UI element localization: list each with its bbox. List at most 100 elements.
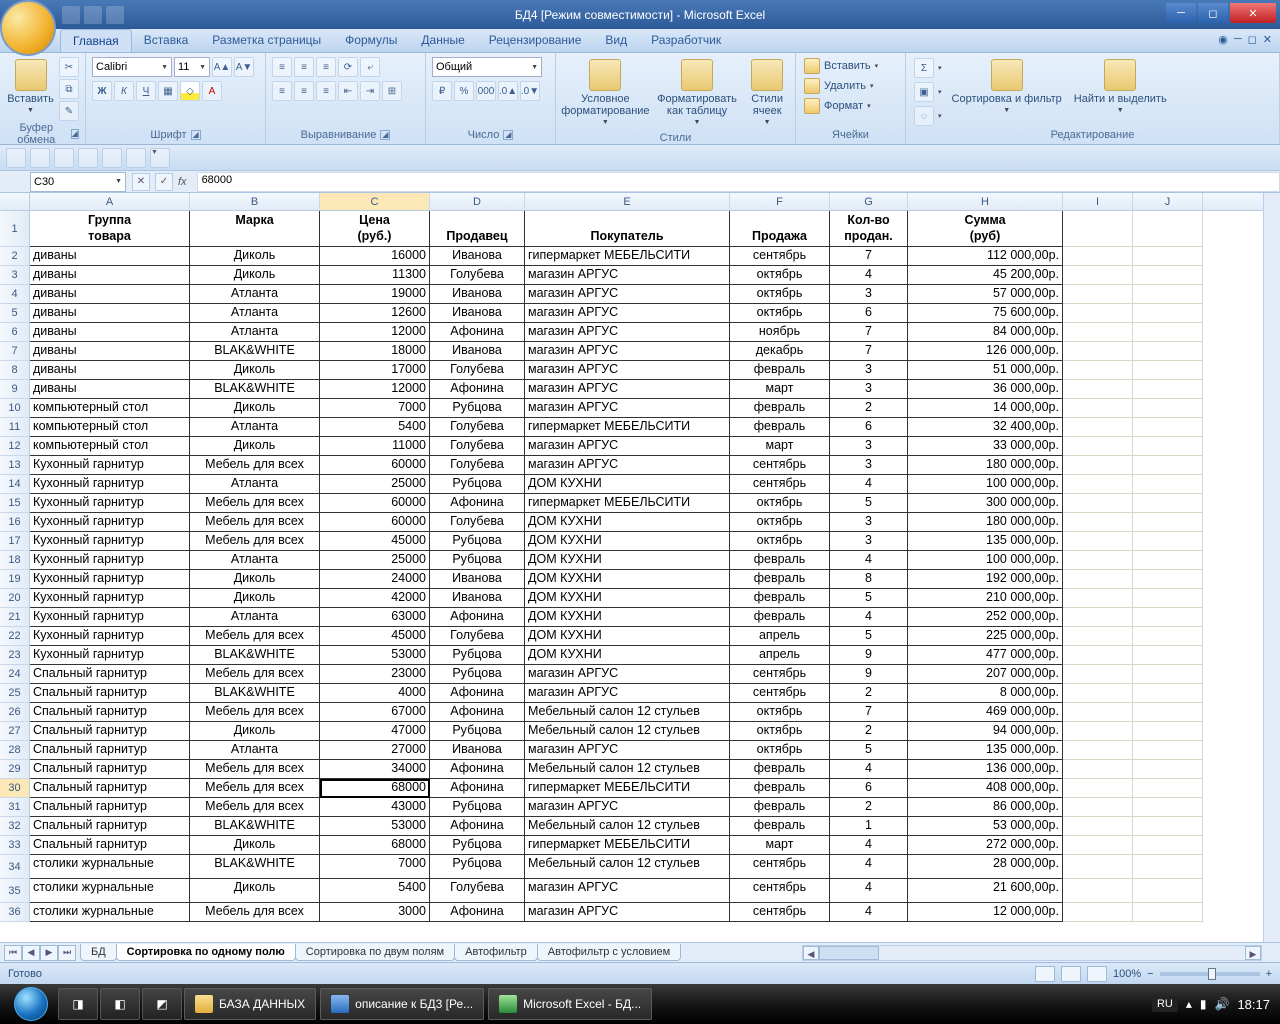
data-cell[interactable]: Диколь bbox=[190, 589, 320, 608]
qat-item-icon[interactable] bbox=[78, 148, 98, 168]
data-cell[interactable] bbox=[1133, 285, 1203, 304]
data-cell[interactable]: Кухонный гарнитур bbox=[30, 589, 190, 608]
data-cell[interactable] bbox=[1063, 494, 1133, 513]
data-cell[interactable]: магазин АРГУС bbox=[525, 380, 730, 399]
header-cell[interactable]: Марка bbox=[190, 211, 320, 247]
column-header[interactable]: I bbox=[1063, 193, 1133, 210]
scroll-left-icon[interactable]: ◀ bbox=[803, 946, 819, 960]
copy-icon[interactable]: ⧉ bbox=[59, 79, 79, 99]
data-cell[interactable]: 5400 bbox=[320, 418, 430, 437]
data-cell[interactable]: магазин АРГУС bbox=[525, 323, 730, 342]
ribbon-minimize-icon[interactable]: ─ bbox=[1234, 33, 1242, 46]
row-header[interactable]: 20 bbox=[0, 589, 30, 608]
data-cell[interactable]: Атланта bbox=[190, 551, 320, 570]
data-cell[interactable]: 469 000,00р. bbox=[908, 703, 1063, 722]
data-cell[interactable]: 53000 bbox=[320, 817, 430, 836]
data-cell[interactable]: Голубева bbox=[430, 627, 525, 646]
data-cell[interactable]: 4000 bbox=[320, 684, 430, 703]
data-cell[interactable] bbox=[1133, 323, 1203, 342]
data-cell[interactable]: 3 bbox=[830, 456, 908, 475]
fx-icon[interactable]: fx bbox=[178, 176, 187, 188]
data-cell[interactable]: Спальный гарнитур bbox=[30, 779, 190, 798]
data-cell[interactable]: 11300 bbox=[320, 266, 430, 285]
data-cell[interactable]: апрель bbox=[730, 646, 830, 665]
data-cell[interactable] bbox=[1133, 627, 1203, 646]
data-cell[interactable]: 34000 bbox=[320, 760, 430, 779]
data-cell[interactable]: 8 000,00р. bbox=[908, 684, 1063, 703]
header-cell[interactable]: Покупатель bbox=[525, 211, 730, 247]
data-cell[interactable]: 1 bbox=[830, 817, 908, 836]
data-cell[interactable]: сентябрь bbox=[730, 903, 830, 922]
row-header[interactable]: 35 bbox=[0, 879, 30, 903]
data-cell[interactable]: 36 000,00р. bbox=[908, 380, 1063, 399]
row-header[interactable]: 4 bbox=[0, 285, 30, 304]
data-cell[interactable]: 272 000,00р. bbox=[908, 836, 1063, 855]
zoom-slider[interactable] bbox=[1160, 972, 1260, 976]
data-cell[interactable]: Мебель для всех bbox=[190, 456, 320, 475]
data-cell[interactable]: гипермаркет МЕБЕЛЬСИТИ bbox=[525, 779, 730, 798]
data-cell[interactable]: сентябрь bbox=[730, 855, 830, 879]
header-cell[interactable]: Цена(руб.) bbox=[320, 211, 430, 247]
row-header[interactable]: 7 bbox=[0, 342, 30, 361]
align-left-icon[interactable]: ≡ bbox=[272, 81, 292, 101]
data-cell[interactable]: октябрь bbox=[730, 741, 830, 760]
data-cell[interactable]: 207 000,00р. bbox=[908, 665, 1063, 684]
data-cell[interactable]: Атланта bbox=[190, 608, 320, 627]
row-header[interactable]: 16 bbox=[0, 513, 30, 532]
data-cell[interactable]: Спальный гарнитур bbox=[30, 798, 190, 817]
data-cell[interactable]: 68000 bbox=[320, 779, 430, 798]
row-header[interactable]: 2 bbox=[0, 247, 30, 266]
data-cell[interactable]: Голубева bbox=[430, 879, 525, 903]
row-header[interactable]: 17 bbox=[0, 532, 30, 551]
tray-flag-icon[interactable]: ▴ bbox=[1186, 997, 1192, 1011]
data-cell[interactable]: ДОМ КУХНИ bbox=[525, 475, 730, 494]
quick-access-toolbar[interactable] bbox=[62, 6, 124, 24]
data-cell[interactable]: 3 bbox=[830, 532, 908, 551]
data-cell[interactable]: Кухонный гарнитур bbox=[30, 646, 190, 665]
data-cell[interactable]: октябрь bbox=[730, 304, 830, 323]
row-header[interactable]: 8 bbox=[0, 361, 30, 380]
data-cell[interactable]: ДОМ КУХНИ bbox=[525, 570, 730, 589]
cells-insert-button[interactable]: Вставить▾ bbox=[802, 57, 899, 75]
data-cell[interactable]: 180 000,00р. bbox=[908, 456, 1063, 475]
data-cell[interactable]: февраль bbox=[730, 760, 830, 779]
taskbar-app-button[interactable]: БАЗА ДАННЫХ bbox=[184, 988, 316, 1020]
data-cell[interactable]: диваны bbox=[30, 380, 190, 399]
data-cell[interactable] bbox=[1063, 627, 1133, 646]
data-cell[interactable] bbox=[1133, 266, 1203, 285]
data-cell[interactable]: Афонина bbox=[430, 903, 525, 922]
data-cell[interactable]: октябрь bbox=[730, 703, 830, 722]
data-cell[interactable]: 60000 bbox=[320, 456, 430, 475]
data-cell[interactable]: Диколь bbox=[190, 879, 320, 903]
select-all-corner[interactable] bbox=[0, 193, 30, 210]
data-cell[interactable]: Мебель для всех bbox=[190, 494, 320, 513]
data-cell[interactable]: 43000 bbox=[320, 798, 430, 817]
sheet-tab[interactable]: Автофильтр bbox=[454, 944, 538, 961]
data-cell[interactable]: октябрь bbox=[730, 285, 830, 304]
data-cell[interactable]: 11000 bbox=[320, 437, 430, 456]
data-cell[interactable]: Рубцова bbox=[430, 798, 525, 817]
data-cell[interactable]: Афонина bbox=[430, 494, 525, 513]
data-cell[interactable] bbox=[1133, 646, 1203, 665]
column-header[interactable]: C bbox=[320, 193, 430, 210]
page-break-view-icon[interactable] bbox=[1087, 966, 1107, 982]
data-cell[interactable]: 57 000,00р. bbox=[908, 285, 1063, 304]
data-cell[interactable]: 6 bbox=[830, 779, 908, 798]
normal-view-icon[interactable] bbox=[1035, 966, 1055, 982]
data-cell[interactable]: диваны bbox=[30, 304, 190, 323]
sort-filter-button[interactable]: Сортировка и фильтр▼ bbox=[948, 57, 1066, 119]
data-cell[interactable]: магазин АРГУС bbox=[525, 399, 730, 418]
data-cell[interactable]: Атланта bbox=[190, 285, 320, 304]
data-cell[interactable] bbox=[1133, 903, 1203, 922]
data-cell[interactable]: 136 000,00р. bbox=[908, 760, 1063, 779]
data-cell[interactable]: 84 000,00р. bbox=[908, 323, 1063, 342]
data-cell[interactable]: столики журнальные bbox=[30, 903, 190, 922]
data-cell[interactable] bbox=[1063, 703, 1133, 722]
data-cell[interactable]: 28 000,00р. bbox=[908, 855, 1063, 879]
data-cell[interactable]: 32 400,00р. bbox=[908, 418, 1063, 437]
formula-input[interactable]: 68000 bbox=[197, 172, 1280, 192]
data-cell[interactable]: сентябрь bbox=[730, 684, 830, 703]
data-cell[interactable]: 4 bbox=[830, 836, 908, 855]
tray-network-icon[interactable]: ▮ bbox=[1200, 997, 1207, 1011]
data-cell[interactable]: Афонина bbox=[430, 608, 525, 627]
